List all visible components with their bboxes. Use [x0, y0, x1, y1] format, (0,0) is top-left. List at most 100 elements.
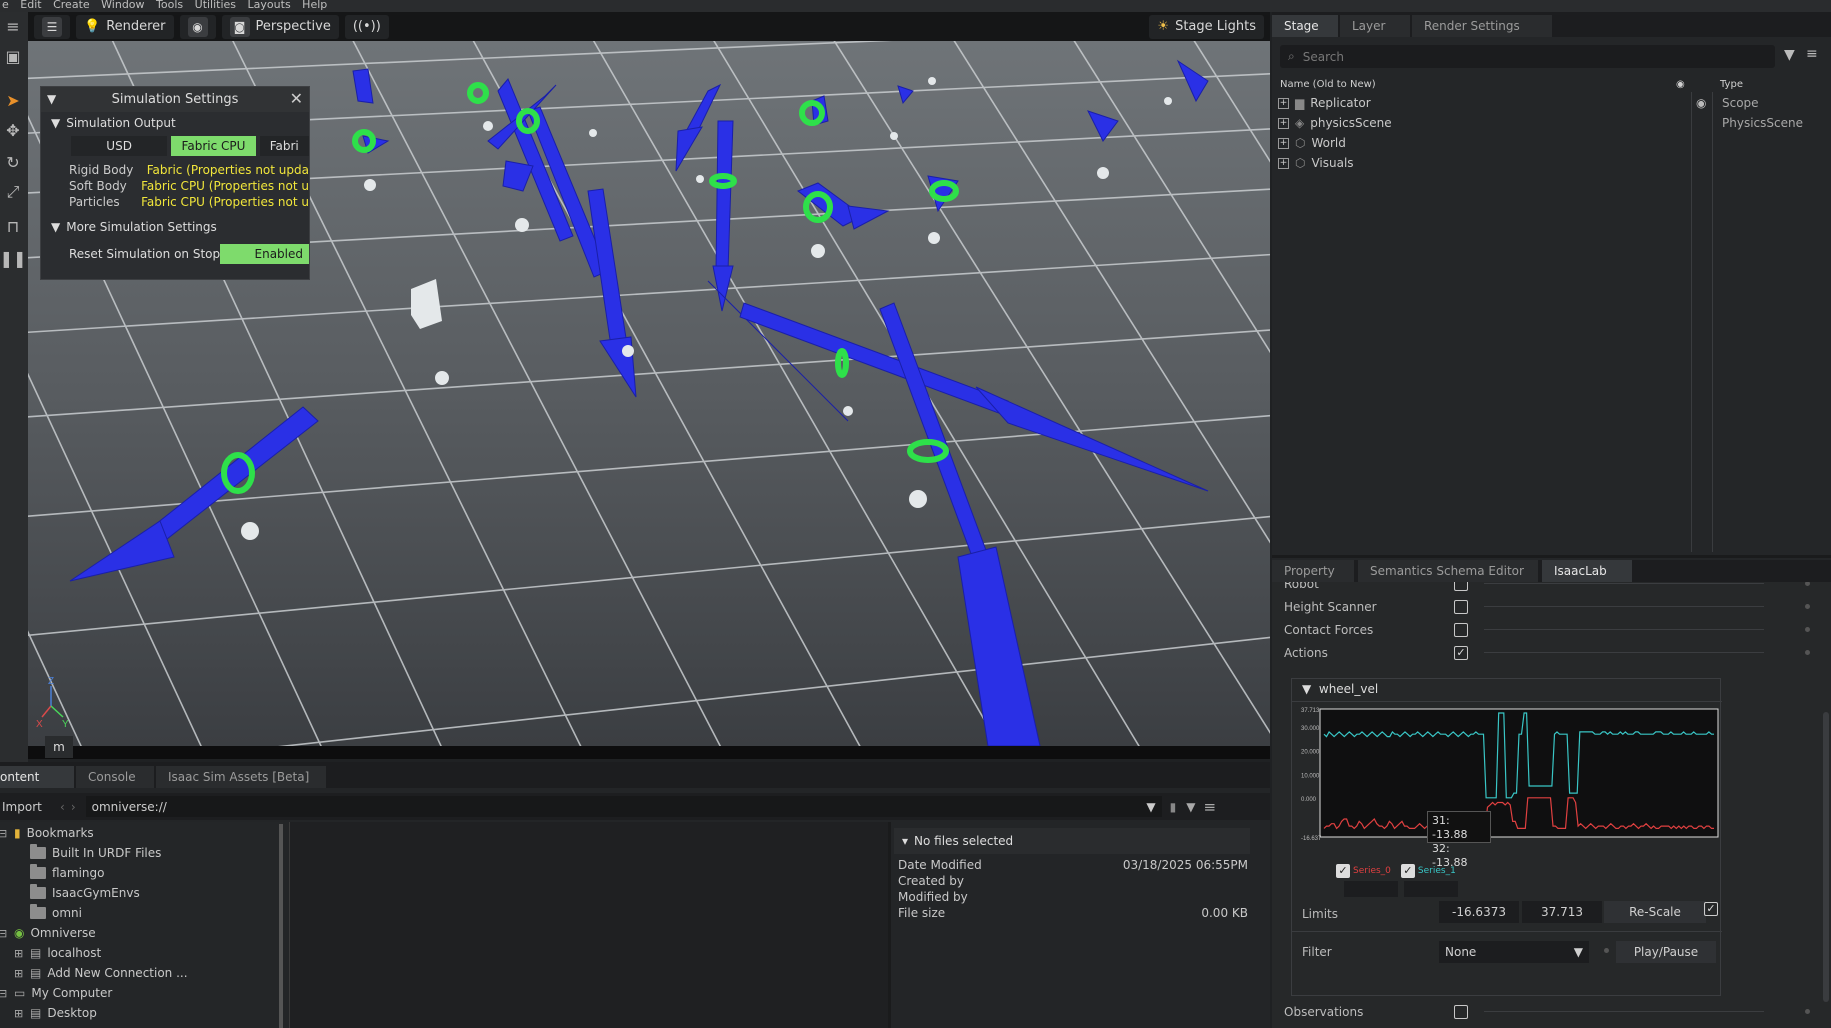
tree-scrollbar[interactable] — [279, 824, 283, 1028]
expand-icon[interactable]: ⊞ — [14, 967, 24, 980]
broadcast-button[interactable]: ((•)) — [344, 14, 389, 39]
contact-forces-checkbox[interactable] — [1454, 623, 1468, 637]
expand-icon[interactable]: ⊟ — [0, 827, 8, 840]
rescale-button[interactable]: Re-Scale — [1604, 901, 1706, 923]
tab-console[interactable]: Console — [76, 766, 154, 788]
menu-create[interactable]: Create — [53, 0, 90, 11]
option-fabric-gpu[interactable]: Fabri — [259, 136, 309, 156]
stage-item-world[interactable]: + ⬡ World — [1278, 134, 1818, 152]
tree-item[interactable]: ⊟ ▭ My Computer — [0, 984, 112, 1002]
stage-search-input[interactable]: ⌕ Search — [1280, 45, 1775, 68]
filter-icon[interactable]: ▼ — [1784, 47, 1795, 63]
tree-item[interactable]: ⊞flamingo — [14, 864, 105, 882]
path-input[interactable]: omniverse:// ▼ — [85, 796, 1162, 817]
tab-layer[interactable]: Layer — [1340, 15, 1410, 37]
series-0-color-swatch[interactable] — [1344, 881, 1398, 897]
wheel-vel-chart[interactable]: 37.713 30.000 20.000 10.000 0.000 -16.637 — [1292, 703, 1722, 855]
tab-render-settings[interactable]: Render Settings — [1412, 15, 1552, 37]
tree-item[interactable]: ⊟ ▮ Bookmarks — [0, 824, 94, 842]
stage-item-replicator[interactable]: + ▆ Replicator ◉ Scope — [1278, 94, 1818, 112]
series-1-checkbox[interactable]: ✓ — [1400, 864, 1415, 878]
tab-content[interactable]: ontent — [0, 766, 74, 788]
forward-icon[interactable]: › — [71, 800, 76, 814]
select-tool-icon[interactable]: ▣ — [3, 46, 23, 66]
stage-item-physicsscene[interactable]: + ◈ physicsScene PhysicsScene — [1278, 114, 1818, 132]
visibility-button[interactable]: ◉ — [179, 14, 216, 39]
panel-splitter[interactable] — [1272, 555, 1831, 558]
tree-item[interactable]: ⊞Built In URDF Files — [14, 844, 161, 862]
plot-area[interactable] — [1319, 708, 1719, 838]
tree-item[interactable]: ⊟ ◉ Omniverse — [0, 924, 96, 942]
expand-icon[interactable]: + — [1278, 97, 1289, 109]
tab-semantics-schema-editor[interactable]: Semantics Schema Editor — [1358, 560, 1538, 582]
tree-item[interactable]: ⊞ ▤ Add New Connection ... — [14, 964, 188, 982]
observations-checkbox[interactable] — [1454, 1005, 1468, 1019]
type-column-header[interactable]: Type — [1716, 79, 1743, 90]
panel-splitter[interactable] — [888, 822, 891, 1028]
expand-icon[interactable]: ⊟ — [0, 927, 8, 940]
option-fabric-cpu[interactable]: Fabric CPU — [171, 136, 256, 156]
limit-min-field[interactable]: -16.6373 — [1439, 901, 1519, 923]
collapse-triangle-icon[interactable]: ▼ — [47, 92, 56, 106]
menu-edit[interactable]: Edit — [20, 0, 41, 11]
expand-icon[interactable]: ⊟ — [0, 987, 8, 1000]
pause-icon[interactable]: ❚❚ — [0, 248, 26, 268]
reset-on-stop-toggle[interactable]: Enabled — [220, 244, 309, 264]
tab-stage[interactable]: Stage — [1272, 15, 1338, 37]
play-pause-button[interactable]: Play/Pause — [1616, 941, 1716, 963]
wheel-vel-header[interactable]: ▼ wheel_vel — [1302, 682, 1378, 696]
rescale-checkbox[interactable]: ✓ — [1704, 902, 1718, 916]
options-menu-icon[interactable]: ≡ — [1203, 798, 1216, 816]
menu-tools[interactable]: Tools — [156, 0, 183, 11]
back-icon[interactable]: ‹ — [60, 800, 65, 814]
tree-item[interactable]: ⊞ ▤ localhost — [14, 944, 101, 962]
legend-series-1[interactable]: ✓ Series_1 — [1400, 864, 1456, 878]
import-button[interactable]: Import — [0, 800, 54, 814]
tree-item[interactable]: ⊞omni — [14, 904, 82, 922]
expand-icon[interactable]: ⊞ — [14, 947, 24, 960]
camera-button[interactable]: ◙ Perspective — [221, 14, 339, 39]
pointer-tool-icon[interactable]: ➤ — [3, 90, 23, 110]
tab-isaaclab[interactable]: IsaacLab — [1542, 560, 1632, 582]
simulation-settings-title-bar[interactable]: ▼ Simulation Settings ✕ — [41, 87, 309, 112]
settings-button[interactable]: ☰ — [34, 14, 70, 39]
simulation-output-header[interactable]: ▼ Simulation Output — [41, 112, 309, 134]
filter-icon[interactable]: ▼ — [1186, 800, 1195, 814]
expand-icon[interactable]: + — [1278, 157, 1289, 169]
robot-checkbox[interactable] — [1454, 582, 1468, 591]
expand-icon[interactable]: + — [1278, 117, 1289, 129]
expand-icon[interactable]: + — [1278, 137, 1289, 149]
tab-property[interactable]: Property — [1272, 560, 1354, 582]
menu-window[interactable]: Window — [101, 0, 144, 11]
tree-item[interactable]: ⊞IsaacGymEnvs — [14, 884, 140, 902]
menu-utilities[interactable]: Utilities — [195, 0, 236, 11]
snap-tool-icon[interactable]: ⊓ — [3, 216, 23, 236]
filter-dropdown[interactable]: None ▼ — [1439, 941, 1589, 963]
bookmark-icon[interactable]: ▮ — [1170, 800, 1177, 814]
file-list[interactable] — [289, 822, 889, 1028]
name-column-header[interactable]: Name (Old to New) — [1276, 79, 1676, 90]
details-header[interactable]: ▾ No files selected — [894, 828, 1250, 854]
tab-isaac-sim-assets[interactable]: Isaac Sim Assets [Beta] — [156, 766, 326, 788]
legend-series-0[interactable]: ✓ Series_0 — [1336, 864, 1391, 878]
move-tool-icon[interactable]: ✥ — [3, 120, 23, 140]
close-icon[interactable]: ✕ — [290, 89, 303, 108]
eye-icon[interactable]: ◉ — [1696, 96, 1706, 110]
menu-lines-icon[interactable]: ≡ — [3, 16, 23, 36]
scale-tool-icon[interactable]: ⤢ — [3, 182, 23, 202]
menu-layouts[interactable]: Layouts — [248, 0, 291, 11]
limit-max-field[interactable]: 37.713 — [1522, 901, 1602, 923]
renderer-button[interactable]: 💡 Renderer — [76, 14, 174, 39]
chevron-down-icon[interactable]: ▼ — [1146, 800, 1155, 814]
series-1-color-swatch[interactable] — [1404, 881, 1458, 897]
series-0-checkbox[interactable]: ✓ — [1336, 864, 1350, 878]
options-menu-icon[interactable]: ≡ — [1806, 46, 1818, 62]
menu-file[interactable]: e — [2, 0, 9, 11]
option-usd[interactable]: USD — [71, 136, 168, 156]
stage-lights-button[interactable]: ☀ Stage Lights — [1149, 14, 1264, 39]
actions-checkbox[interactable]: ✓ — [1454, 646, 1468, 660]
tree-item[interactable]: ⊞ ▤ Desktop — [14, 1004, 97, 1022]
rotate-tool-icon[interactable]: ↻ — [3, 152, 23, 172]
stage-item-visuals[interactable]: + ⬡ Visuals — [1278, 154, 1818, 172]
menu-help[interactable]: Help — [302, 0, 327, 11]
